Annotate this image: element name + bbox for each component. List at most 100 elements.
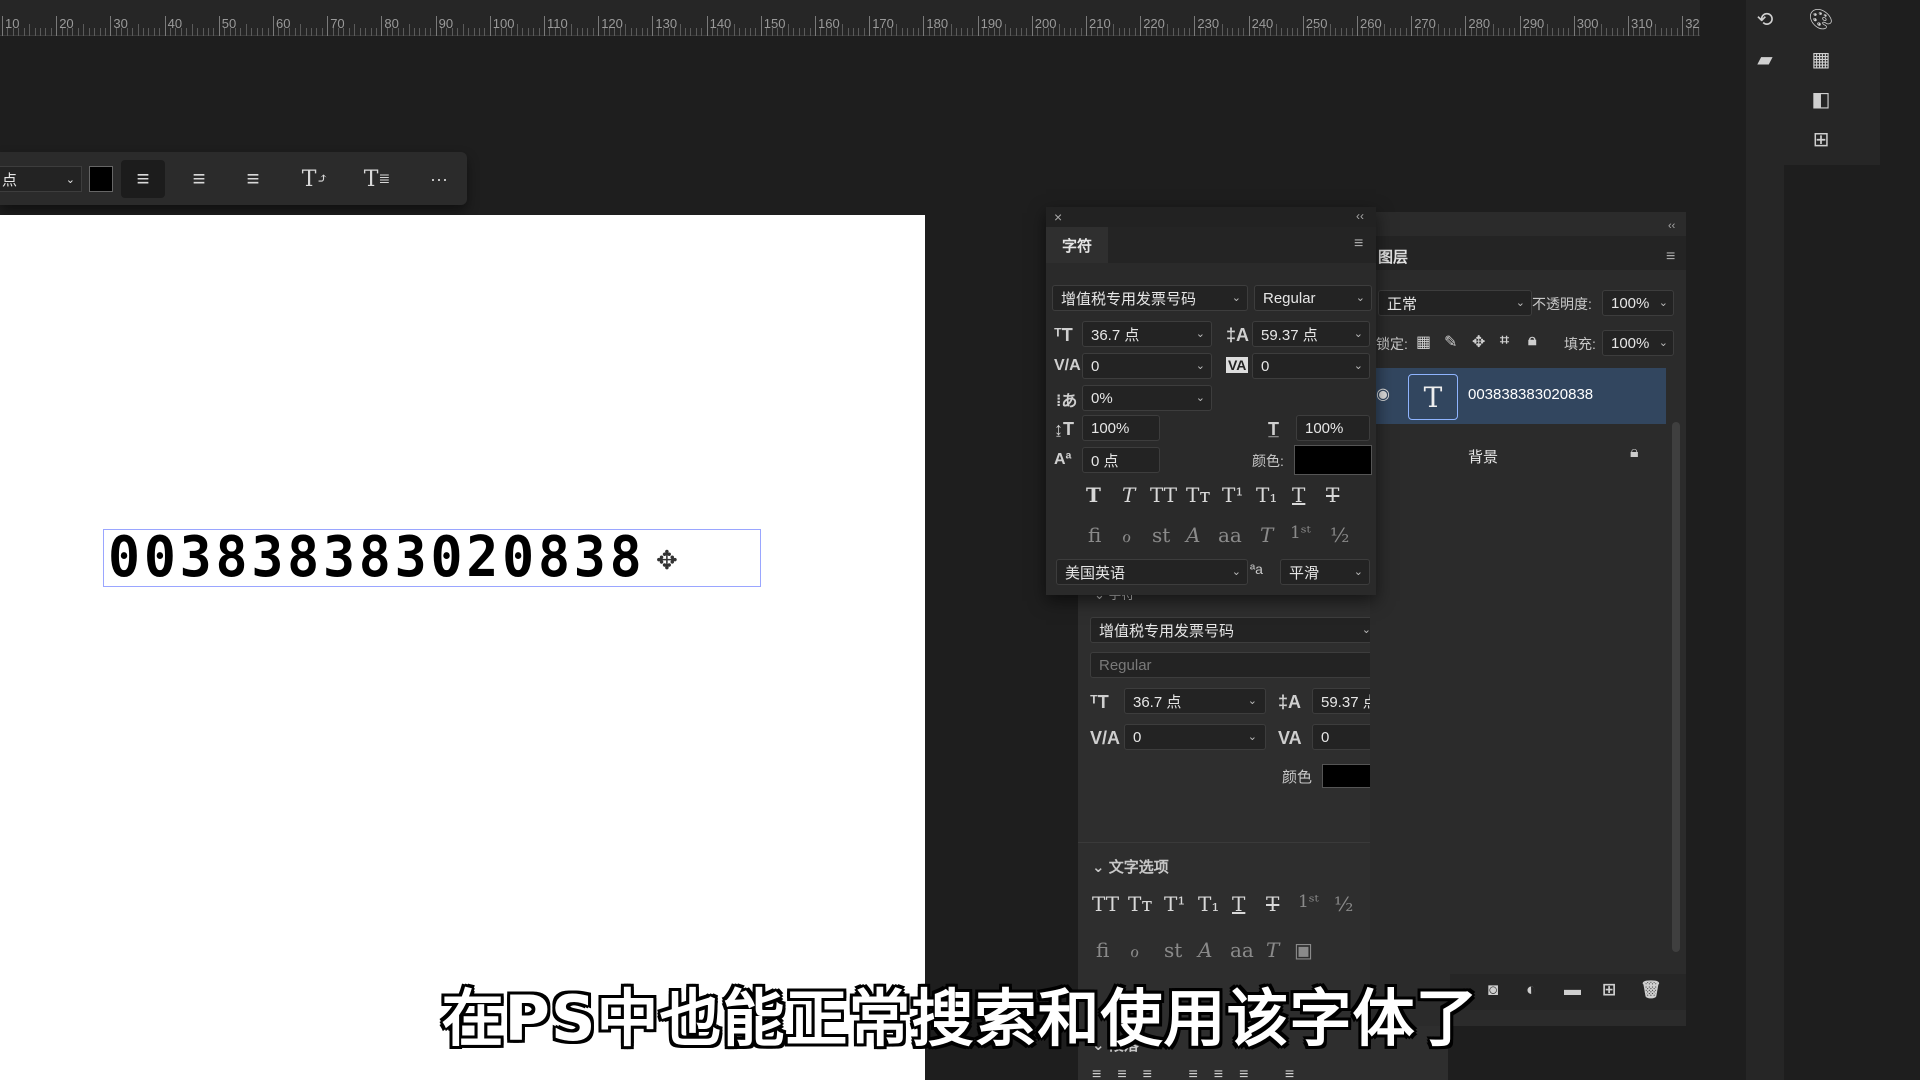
- color-icon[interactable]: 🎨︎: [1808, 6, 1834, 32]
- patterns-icon[interactable]: ⊞: [1808, 126, 1834, 152]
- character-panel-toggle-icon[interactable]: T ≣: [355, 160, 399, 198]
- layers-tab[interactable]: 图层: [1378, 246, 1408, 267]
- faux-bold-icon[interactable]: T: [1086, 483, 1101, 507]
- all-caps-icon[interactable]: TT: [1150, 483, 1177, 507]
- font-family-dropdown[interactable]: 增值税专用发票号码 ⌄: [1052, 285, 1248, 311]
- canvas-text[interactable]: 003838383020838: [108, 530, 645, 586]
- stylistic-alternates-icon[interactable]: aa: [1218, 523, 1242, 547]
- language-dropdown[interactable]: 美国英语 ⌄: [1056, 559, 1248, 585]
- prop-kerning-field[interactable]: 0 ⌄: [1124, 724, 1266, 750]
- font-size-dropdown[interactable]: 点 ⌄: [0, 166, 82, 192]
- layer-row-background[interactable]: 背景 🔒︎: [1452, 428, 1666, 482]
- opacity-field[interactable]: 100% ⌄: [1602, 290, 1674, 316]
- subscript-icon[interactable]: T₁: [1198, 892, 1219, 916]
- ordinal-icon[interactable]: 1ˢᵗ: [1290, 523, 1311, 543]
- kerning-field[interactable]: 0 ⌄: [1082, 353, 1212, 379]
- layer-row-text[interactable]: ◉ T 003838383020838: [1370, 368, 1666, 424]
- tracking-field[interactable]: 0 ⌄: [1252, 353, 1370, 379]
- contextual-alternates-icon[interactable]: ℴ: [1130, 938, 1139, 962]
- fraction-icon[interactable]: ½: [1334, 892, 1353, 916]
- ligature-icon[interactable]: fi: [1088, 523, 1101, 547]
- prop-font-family-dropdown[interactable]: 增值税专用发票号码 ⌄: [1090, 617, 1380, 643]
- ruler-minor-tick: [72, 28, 74, 36]
- text-color-swatch[interactable]: [1294, 445, 1372, 475]
- horizontal-scale-field[interactable]: 100%: [1296, 415, 1370, 441]
- ruler-minor-tick: [907, 28, 909, 36]
- horizontal-ruler[interactable]: 10 20 30 40 50 60 70 80 90 100 110 120 130 140 150 160 1…: [0, 0, 1732, 36]
- swash-icon[interactable]: A: [1186, 523, 1200, 547]
- superscript-icon[interactable]: T¹: [1222, 483, 1243, 507]
- underline-icon[interactable]: T: [1292, 483, 1305, 507]
- vertical-scale-field[interactable]: 100%: [1082, 415, 1160, 441]
- lock-position-icon[interactable]: ✥: [1472, 332, 1485, 352]
- ruler-minor-tick: [1611, 28, 1613, 36]
- ruler-tick: [923, 16, 925, 36]
- font-size-field[interactable]: 36.7 点 ⌄: [1082, 321, 1212, 347]
- collapse-icon[interactable]: ‹‹: [1356, 209, 1364, 223]
- ruler-tick: [164, 16, 166, 36]
- layers-scrollbar[interactable]: [1672, 422, 1680, 952]
- lock-artboard-icon[interactable]: ⌗: [1500, 332, 1509, 350]
- ruler-minor-tick: [294, 28, 296, 36]
- ordinals-box-icon[interactable]: ▣: [1294, 938, 1313, 962]
- swash-icon[interactable]: A: [1198, 938, 1212, 962]
- superscript-icon[interactable]: T¹: [1164, 892, 1185, 916]
- underline-icon[interactable]: T: [1232, 892, 1245, 916]
- contextual-alternates-icon[interactable]: ℴ: [1122, 523, 1131, 547]
- tsume-field[interactable]: 0% ⌄: [1082, 385, 1212, 411]
- small-caps-icon[interactable]: Tт: [1128, 892, 1152, 916]
- faux-italic-icon[interactable]: T: [1122, 483, 1135, 507]
- fraction-icon[interactable]: ½: [1330, 523, 1349, 547]
- blend-mode-dropdown[interactable]: 正常 ⌄: [1378, 290, 1532, 316]
- panel-menu-icon[interactable]: ≡: [1354, 235, 1363, 253]
- small-caps-icon[interactable]: Tт: [1186, 483, 1210, 507]
- section-text-options-header[interactable]: ⌄ 文字选项: [1092, 856, 1169, 877]
- warp-text-icon[interactable]: T ⤴: [293, 160, 337, 198]
- subscript-icon[interactable]: T₁: [1256, 483, 1277, 507]
- layers-panel-header: [1370, 236, 1686, 270]
- more-options-button[interactable]: ···: [417, 160, 461, 198]
- align-right-button[interactable]: ≡: [231, 160, 275, 198]
- lock-all-icon[interactable]: 🔒︎: [1528, 332, 1537, 350]
- leading-field[interactable]: 59.37 点 ⌄: [1252, 321, 1370, 347]
- discretionary-ligature-icon[interactable]: st: [1152, 523, 1170, 547]
- prop-font-size-field[interactable]: 36.7 点 ⌄: [1124, 688, 1266, 714]
- ligature-icon[interactable]: fi: [1096, 938, 1109, 962]
- character-tab[interactable]: 字符: [1046, 227, 1108, 263]
- ordinal-icon[interactable]: 1ˢᵗ: [1298, 892, 1319, 912]
- ruler-minor-tick: [1508, 28, 1510, 36]
- panel-menu-icon[interactable]: ≡: [1666, 248, 1675, 266]
- font-style-dropdown[interactable]: Regular ⌄: [1254, 285, 1372, 311]
- character-panel-titlebar[interactable]: [1046, 207, 1376, 227]
- swatches-icon[interactable]: ▦: [1808, 46, 1834, 72]
- ruler-tick: [706, 16, 708, 36]
- titling-alternates-icon[interactable]: T: [1260, 523, 1273, 547]
- gradient-icon[interactable]: ◧: [1808, 86, 1834, 112]
- ruler-minor-tick: [663, 28, 665, 36]
- all-caps-icon[interactable]: TT: [1092, 892, 1119, 916]
- titling-alternates-icon[interactable]: T: [1266, 938, 1279, 962]
- collapse-icon[interactable]: ‹‹: [1668, 220, 1675, 232]
- strikethrough-icon[interactable]: T: [1326, 483, 1339, 507]
- ruler-tick: [760, 16, 762, 36]
- baseline-shift-field[interactable]: 0 点: [1082, 447, 1160, 473]
- prop-font-style-dropdown[interactable]: Regular⌄: [1090, 652, 1412, 678]
- ruler-minor-tick: [386, 28, 388, 36]
- text-color-swatch[interactable]: [89, 166, 113, 192]
- align-center-button[interactable]: ≡: [177, 160, 221, 198]
- stylistic-alternates-icon[interactable]: aa: [1230, 938, 1254, 962]
- lock-transparent-pixels-icon[interactable]: ▦: [1416, 332, 1431, 352]
- comment-icon[interactable]: ▰: [1752, 46, 1778, 72]
- fill-field[interactable]: 100% ⌄: [1602, 330, 1674, 356]
- lock-image-pixels-icon[interactable]: ✎: [1444, 332, 1457, 352]
- ruler-minor-tick: [820, 28, 822, 36]
- align-left-button[interactable]: ≡: [121, 160, 165, 198]
- visibility-eye-icon[interactable]: ◉: [1376, 384, 1390, 404]
- strikethrough-icon[interactable]: T: [1266, 892, 1279, 916]
- document-canvas[interactable]: [0, 215, 925, 1080]
- ruler-minor-tick: [1535, 28, 1537, 36]
- discretionary-ligature-icon[interactable]: st: [1164, 938, 1182, 962]
- history-icon[interactable]: ⟲: [1752, 6, 1778, 32]
- close-icon[interactable]: ×: [1054, 209, 1062, 225]
- antialias-dropdown[interactable]: 平滑 ⌄: [1280, 559, 1370, 585]
